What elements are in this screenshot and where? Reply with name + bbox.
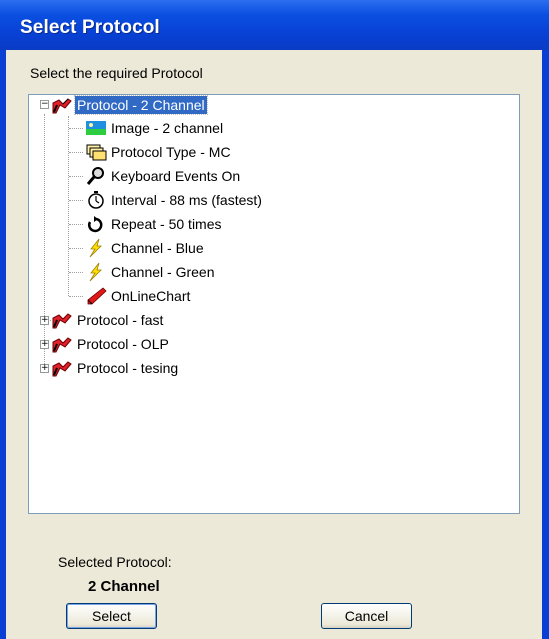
tree-node-label: Channel - Blue <box>111 240 204 256</box>
tree-node-label: OnLineChart <box>111 288 191 304</box>
pen-icon <box>85 286 107 306</box>
tree-node-channel-green[interactable]: Channel - Green <box>85 261 217 283</box>
stack-icon <box>85 142 107 162</box>
expand-toggle[interactable]: + <box>40 364 49 373</box>
protocol-icon <box>51 334 73 354</box>
image-icon <box>85 118 107 138</box>
tree-node-protocol-tesing[interactable]: Protocol - tesing <box>51 357 180 379</box>
collapse-toggle[interactable]: − <box>40 100 49 109</box>
tree-connector <box>69 176 83 177</box>
magnifier-icon <box>85 166 107 186</box>
tree-connector <box>69 152 83 153</box>
title-bar[interactable]: Select Protocol <box>0 0 549 50</box>
tree-node-label: Protocol - fast <box>77 312 164 328</box>
tree-node-label: Interval - 88 ms (fastest) <box>111 192 262 208</box>
dialog-window: Select Protocol Select the required Prot… <box>0 0 549 639</box>
tree-connector <box>44 114 45 364</box>
tree-connector <box>69 248 83 249</box>
tree-node-label: Channel - Green <box>111 264 215 280</box>
tree-node-protocol-2-channel[interactable]: Protocol - 2 Channel <box>51 94 208 116</box>
lightning-icon <box>85 238 107 258</box>
tree-node-label: Protocol - 2 Channel <box>74 95 208 115</box>
tree-node-protocol-olp[interactable]: Protocol - OLP <box>51 333 171 355</box>
tree-node-protocol-fast[interactable]: Protocol - fast <box>51 309 165 331</box>
tree-connector <box>69 224 83 225</box>
tree-connector <box>69 272 83 273</box>
selected-protocol-caption-visible: Selected Protocol: <box>58 554 172 570</box>
window-title: Select Protocol <box>20 17 160 38</box>
tree-connector <box>69 200 83 201</box>
lightning-icon <box>85 262 107 282</box>
select-button[interactable]: Select <box>66 603 157 629</box>
tree-connector <box>68 116 69 296</box>
tree-node-keyboard-events[interactable]: Keyboard Events On <box>85 165 242 187</box>
tree-node-protocol-type[interactable]: Protocol Type - MC <box>85 141 233 163</box>
tree-node-interval[interactable]: Interval - 88 ms (fastest) <box>85 189 264 211</box>
tree-node-label: Protocol Type - MC <box>111 144 231 160</box>
cancel-button[interactable]: Cancel <box>321 603 412 629</box>
tree-node-repeat[interactable]: Repeat - 50 times <box>85 213 224 235</box>
tree-node-label: Image - 2 channel <box>111 120 224 136</box>
stopwatch-icon <box>85 190 107 210</box>
tree-connector <box>69 128 83 129</box>
protocol-icon <box>51 310 73 330</box>
tree-node-label: Protocol - tesing <box>77 360 179 376</box>
protocol-icon <box>51 358 73 378</box>
tree-node-label: Keyboard Events On <box>111 168 241 184</box>
tree-node-label: Protocol - OLP <box>77 336 169 352</box>
tree-node-image[interactable]: Image - 2 channel <box>85 117 225 139</box>
tree-node-channel-blue[interactable]: Channel - Blue <box>85 237 206 259</box>
protocol-icon <box>51 95 73 115</box>
tree-node-label: Repeat - 50 times <box>111 216 222 232</box>
protocol-tree[interactable]: − Protocol - 2 Channel Image - 2 channel… <box>28 94 520 514</box>
prompt-label: Select the required Protocol <box>30 65 203 81</box>
expand-toggle[interactable]: + <box>40 316 49 325</box>
tree-connector <box>69 296 83 297</box>
repeat-icon <box>85 214 107 234</box>
tree-node-onlinechart[interactable]: OnLineChart <box>85 285 192 307</box>
selected-protocol-value: 2 Channel <box>88 578 160 595</box>
dialog-client-area: Select the required Protocol − Protocol … <box>6 50 542 639</box>
expand-toggle[interactable]: + <box>40 340 49 349</box>
